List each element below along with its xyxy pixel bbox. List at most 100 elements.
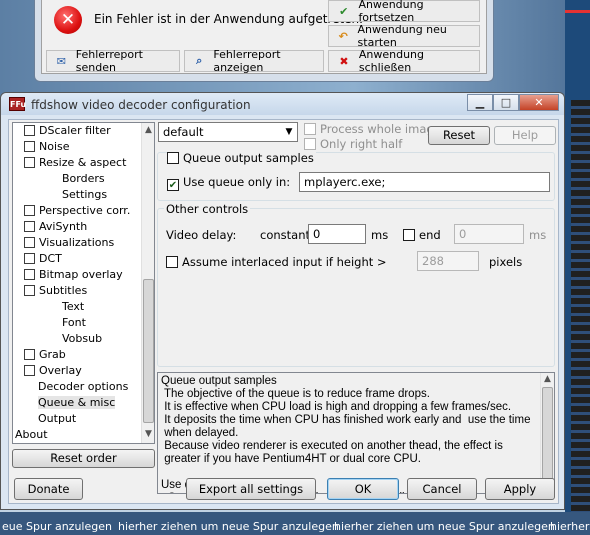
tree-item[interactable]: Visualizations	[24, 235, 114, 251]
tree-item[interactable]: Font	[62, 315, 86, 331]
queue-apps-input[interactable]: mplayerc.exe;	[299, 172, 550, 192]
tree-item-checkbox[interactable]	[24, 349, 35, 360]
error-icon: ✕	[54, 6, 82, 34]
settings-tree[interactable]: DScaler filter Noise Resize & aspect Border…	[12, 122, 155, 444]
mail-icon: ✉	[56, 54, 66, 68]
apply-button[interactable]: Apply	[485, 478, 555, 500]
constant-label: constant	[260, 228, 310, 242]
send-report-button[interactable]: ✉ Fehlerreport senden	[46, 48, 180, 74]
tree-item[interactable]: AviSynth	[24, 219, 87, 235]
chevron-down-icon: ▼	[285, 127, 293, 137]
background-app-edge	[565, 0, 590, 535]
tree-item[interactable]: Borders	[62, 171, 105, 187]
close-icon: ✕	[534, 96, 544, 109]
background-track-strip: eue Spur anzulegen hierher ziehen um neu…	[0, 512, 590, 535]
preset-select[interactable]: default ▼	[158, 122, 298, 142]
checkmark-icon: ✔	[339, 4, 349, 18]
maximize-button[interactable]: □	[493, 94, 519, 111]
process-whole-image-checkbox[interactable]: Process whole image	[304, 122, 441, 137]
tree-item[interactable]: Grab	[24, 347, 66, 363]
title-bar[interactable]: FFu ffdshow video decoder configuration …	[1, 93, 564, 115]
tree-item-label: Text	[62, 300, 85, 313]
tree-item-checkbox[interactable]	[24, 141, 35, 152]
tree-item[interactable]: Resize & aspect	[24, 155, 126, 171]
tree-item-label: Noise	[39, 140, 70, 153]
tree-item[interactable]: About	[15, 427, 48, 443]
pixels-label: pixels	[489, 255, 523, 269]
ffdshow-app-icon: FFu	[9, 97, 26, 111]
tree-item-label: Settings	[62, 188, 108, 201]
tree-item[interactable]: Noise	[24, 139, 70, 155]
use-queue-only-in-checkbox[interactable]: ✔ Use queue only in:	[167, 175, 290, 191]
tree-item[interactable]: Perspective corr.	[24, 203, 130, 219]
tree-item-checkbox[interactable]	[24, 237, 35, 248]
tree-item[interactable]: Overlay	[24, 363, 82, 379]
scroll-down-icon[interactable]: ▼	[142, 427, 154, 441]
tree-item-label: AviSynth	[39, 220, 88, 233]
red-x-icon: ✖	[339, 54, 349, 68]
tree-item[interactable]: Vobsub	[62, 331, 102, 347]
track-hint: hierher	[550, 520, 590, 533]
tree-item[interactable]: Bitmap overlay	[24, 267, 123, 283]
tree-item-label: Subtitles	[39, 284, 88, 297]
tree-item-checkbox[interactable]	[24, 365, 35, 376]
video-delay-input[interactable]: 0	[308, 224, 366, 244]
help-text-box[interactable]: Queue output samples The objective of th…	[157, 372, 555, 494]
assume-interlaced-checkbox[interactable]: Assume interlaced input if height >	[166, 255, 387, 270]
reset-button[interactable]: Reset	[428, 126, 490, 145]
only-right-half-checkbox[interactable]: Only right half	[304, 137, 402, 152]
tree-item[interactable]: Decoder options	[38, 379, 128, 395]
end-delay-checkbox[interactable]: end	[403, 228, 441, 243]
tree-item-label: Perspective corr.	[39, 204, 131, 217]
interlaced-height-input[interactable]: 288	[417, 251, 479, 271]
help-button[interactable]: Help	[494, 126, 556, 145]
tree-item-checkbox[interactable]	[24, 157, 35, 168]
restart-app-button[interactable]: ↶ Anwendung neu starten	[328, 23, 480, 49]
tree-item-checkbox[interactable]	[24, 205, 35, 216]
help-scrollbar[interactable]: ▲	[540, 373, 554, 493]
dialog-client-area: DScaler filter Noise Resize & aspect Border…	[8, 119, 559, 504]
tree-item[interactable]: Output	[38, 411, 76, 427]
track-hint: eue Spur anzulegen	[2, 520, 112, 533]
tree-item-label: Grab	[39, 348, 66, 361]
tree-item[interactable]: DCT	[24, 251, 62, 267]
tree-item[interactable]: DScaler filter	[24, 123, 111, 139]
tree-item[interactable]: Subtitles	[24, 283, 87, 299]
tree-item-checkbox[interactable]	[24, 253, 35, 264]
ok-button[interactable]: OK	[327, 478, 399, 500]
queue-output-samples-checkbox[interactable]: Queue output samples	[167, 151, 316, 166]
tree-item[interactable]: Text	[62, 299, 84, 315]
tree-item[interactable]: Queue & misc	[38, 395, 116, 411]
cancel-button[interactable]: Cancel	[407, 478, 477, 500]
export-all-settings-button[interactable]: Export all settings	[186, 478, 316, 500]
tree-item-checkbox[interactable]	[24, 285, 35, 296]
close-button[interactable]: ✕	[519, 94, 559, 111]
tree-item[interactable]: Settings	[62, 187, 107, 203]
ms-unit-label: ms	[371, 228, 389, 242]
error-dialog: ✕ Ein Fehler ist in der Anwendung aufget…	[34, 0, 494, 82]
scroll-up-icon[interactable]: ▲	[142, 123, 154, 137]
scrollbar-thumb[interactable]	[143, 279, 154, 423]
end-delay-input[interactable]: 0	[454, 224, 524, 244]
checkmark-icon: ✔	[167, 179, 179, 191]
tree-item-label: Overlay	[39, 364, 82, 377]
error-message: Ein Fehler ist in der Anwendung aufgetre…	[94, 12, 363, 26]
tree-item-checkbox[interactable]	[24, 125, 35, 136]
minimize-button[interactable]: ▁	[467, 94, 493, 111]
tree-item-checkbox[interactable]	[24, 221, 35, 232]
checkbox-box	[304, 138, 316, 150]
scroll-up-icon[interactable]: ▲	[541, 374, 554, 384]
tree-scrollbar[interactable]: ▲ ▼	[141, 123, 154, 443]
continue-app-button[interactable]: ✔ Anwendung fortsetzen	[328, 0, 480, 24]
tree-item-checkbox[interactable]	[24, 269, 35, 280]
tree-item-label: Decoder options	[38, 380, 129, 393]
reset-order-button[interactable]: Reset order	[12, 449, 155, 468]
show-report-button[interactable]: ⌕ Fehlerreport anzeigen	[184, 48, 324, 74]
minimize-icon: ▁	[475, 96, 485, 109]
close-app-button[interactable]: ✖ Anwendung schließen	[328, 48, 480, 74]
donate-button[interactable]: Donate	[14, 478, 83, 500]
track-hint: hierher ziehen um neue Spur anzulegen	[118, 520, 339, 533]
tree-item-label: Font	[62, 316, 86, 329]
tree-item-label: Vobsub	[62, 332, 103, 345]
checkbox-box	[166, 256, 178, 268]
